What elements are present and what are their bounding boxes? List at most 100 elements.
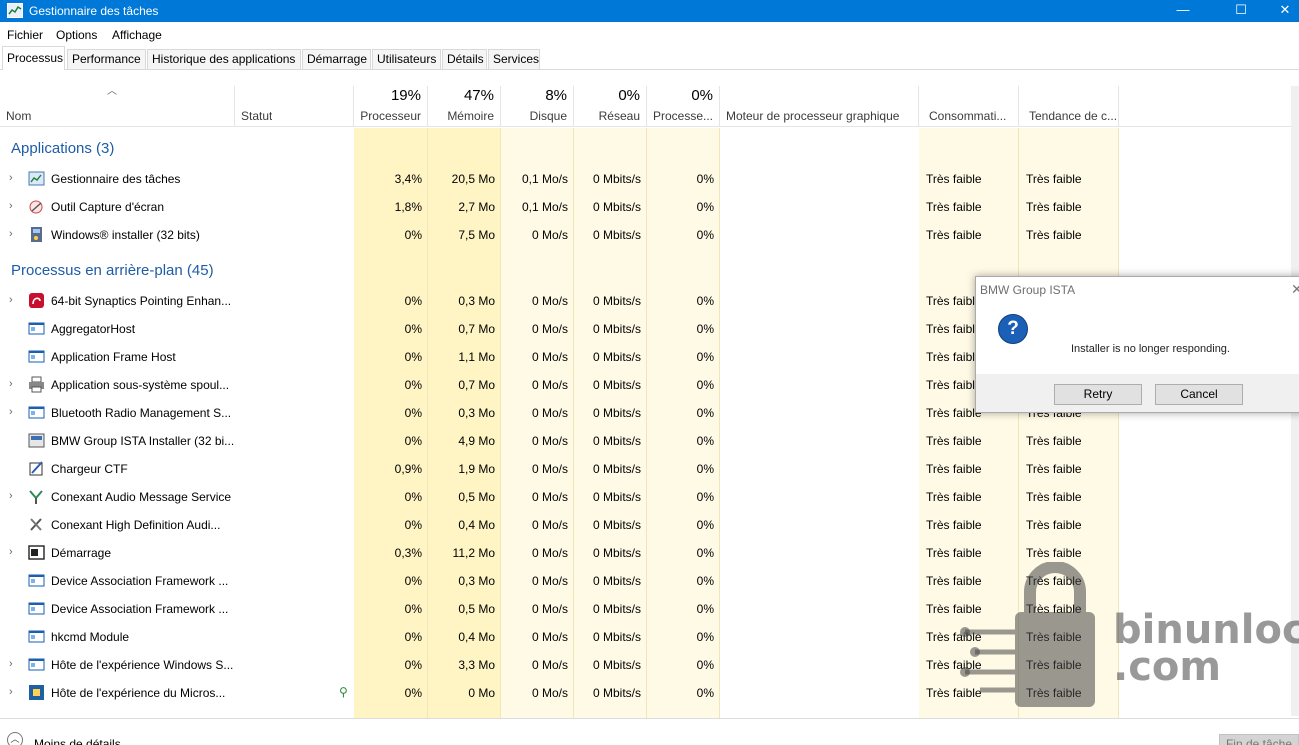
process-disk: 0 Mo/s <box>531 406 568 420</box>
tab-processus[interactable]: Processus <box>2 46 65 70</box>
chevron-right-icon[interactable]: › <box>9 686 13 698</box>
process-gpu: 0% <box>696 546 714 560</box>
footer: ︿ Moins de détails Fin de tâche <box>0 718 1299 745</box>
header-network[interactable]: 0% Réseau <box>574 86 647 127</box>
chevron-right-icon[interactable]: › <box>9 490 13 502</box>
chevron-right-icon[interactable]: › <box>9 172 13 184</box>
process-disk: 0 Mo/s <box>531 630 568 644</box>
retry-button[interactable]: Retry <box>1054 384 1142 405</box>
process-gpu: 0% <box>696 378 714 392</box>
process-mem: 0,4 Mo <box>458 630 495 644</box>
header-cpu-pct: 19% <box>390 87 421 104</box>
process-net: 0 Mbits/s <box>592 546 641 560</box>
process-gpu: 0% <box>696 200 714 214</box>
chevron-right-icon[interactable]: › <box>9 406 13 418</box>
fewer-details-link[interactable]: Moins de détails <box>34 737 121 745</box>
snipping-tool-icon <box>29 200 43 214</box>
tab-utilisateurs[interactable]: Utilisateurs <box>372 49 441 69</box>
column-header: ︿ Nom Statut 19% Processeur 47% Mémoire … <box>0 86 1299 127</box>
header-gpu[interactable]: 0% Processe... <box>647 86 720 127</box>
header-cpu[interactable]: 19% Processeur <box>354 86 428 127</box>
process-power: Très faible <box>926 200 982 214</box>
process-disk: 0 Mo/s <box>531 686 568 700</box>
tab-historique[interactable]: Historique des applications <box>147 49 301 69</box>
process-name: 64-bit Synaptics Pointing Enhan... <box>51 294 232 308</box>
process-cpu: 0% <box>404 686 422 700</box>
header-disk[interactable]: 8% Disque <box>501 86 574 127</box>
header-gpu-engine[interactable]: Moteur de processeur graphique <box>720 86 919 127</box>
group-applications[interactable]: Applications (3) <box>11 140 114 157</box>
process-mem: 0,3 Mo <box>458 406 495 420</box>
maximize-button[interactable]: ☐ <box>1218 0 1264 22</box>
tab-services[interactable]: Services <box>488 49 540 69</box>
process-net: 0 Mbits/s <box>592 200 641 214</box>
chevron-right-icon[interactable]: › <box>9 658 13 670</box>
header-power[interactable]: Consommati... <box>919 86 1019 127</box>
store-icon <box>29 685 44 700</box>
header-gpu-label: Processe... <box>652 109 713 123</box>
process-net: 0 Mbits/s <box>592 434 641 448</box>
chevron-right-icon[interactable]: › <box>9 546 13 558</box>
process-disk: 0 Mo/s <box>531 294 568 308</box>
process-power: Très faible <box>926 434 982 448</box>
process-net: 0 Mbits/s <box>592 350 641 364</box>
close-button[interactable]: ✕ <box>1262 0 1299 22</box>
process-cpu: 0% <box>404 322 422 336</box>
header-name-label: Nom <box>6 109 32 123</box>
chevron-right-icon[interactable]: › <box>9 294 13 306</box>
cancel-button[interactable]: Cancel <box>1155 384 1243 405</box>
menu-affichage[interactable]: Affichage <box>112 28 162 42</box>
table-row[interactable]: Conexant High Definition Audi... 0% 0,4 Mo… <box>0 511 1299 539</box>
header-power-trend[interactable]: Tendance de c... <box>1019 86 1119 127</box>
process-mem: 0,4 Mo <box>458 518 495 532</box>
header-gpu-engine-label: Moteur de processeur graphique <box>726 109 900 123</box>
process-disk: 0 Mo/s <box>531 228 568 242</box>
process-name: Outil Capture d'écran <box>51 200 165 214</box>
process-name: hkcmd Module <box>51 630 130 644</box>
title-bar: Gestionnaire des tâches — ☐ ✕ <box>0 0 1299 22</box>
table-row[interactable]: › Outil Capture d'écran 1,8% 2,7 Mo 0,1 Mo/s… <box>0 193 1299 221</box>
tab-performance[interactable]: Performance <box>67 49 146 69</box>
process-net: 0 Mbits/s <box>592 462 641 476</box>
lock-logo-icon <box>960 562 1095 707</box>
process-mem: 0,3 Mo <box>458 294 495 308</box>
header-status-label: Statut <box>241 109 273 123</box>
process-name: Windows® installer (32 bits) <box>51 228 200 242</box>
chevron-right-icon[interactable]: › <box>9 228 13 240</box>
table-row[interactable]: › Conexant Audio Message Service 0% 0,5 Mo 0… <box>0 483 1299 511</box>
table-row[interactable]: Chargeur CTF 0,9% 1,9 Mo 0 Mo/s 0 Mbits/s 0% T… <box>0 455 1299 483</box>
table-row[interactable]: › Gestionnaire des tâches 3,4% 20,5 Mo 0,1 M… <box>0 165 1299 193</box>
process-gpu: 0% <box>696 350 714 364</box>
menu-options[interactable]: Options <box>56 28 97 42</box>
table-row[interactable]: › Windows® installer (32 bits) 0% 7,5 Mo 0 M… <box>0 221 1299 249</box>
process-power-trend: Très faible <box>1026 434 1082 448</box>
table-row[interactable]: BMW Group ISTA Installer (32 bi... 0% 4,9 … <box>0 427 1299 455</box>
process-net: 0 Mbits/s <box>592 658 641 672</box>
header-memory[interactable]: 47% Mémoire <box>428 86 501 127</box>
process-mem: 4,9 Mo <box>458 434 495 448</box>
end-task-button[interactable]: Fin de tâche <box>1219 734 1299 745</box>
process-cpu: 0% <box>404 574 422 588</box>
minimize-button[interactable]: — <box>1160 0 1206 22</box>
tab-demarrage[interactable]: Démarrage <box>302 49 371 69</box>
header-name[interactable]: ︿ Nom <box>0 86 235 127</box>
startup-icon <box>28 545 45 560</box>
tab-details[interactable]: Détails <box>442 49 487 69</box>
process-cpu: 1,8% <box>394 200 422 214</box>
chevron-up-icon[interactable]: ︿ <box>7 732 23 745</box>
header-cpu-label: Processeur <box>360 109 421 123</box>
menu-fichier[interactable]: Fichier <box>7 28 43 42</box>
process-disk: 0 Mo/s <box>531 490 568 504</box>
header-network-pct: 0% <box>618 87 640 104</box>
process-power: Très faible <box>926 350 982 364</box>
process-name: Application Frame Host <box>51 350 176 364</box>
chevron-right-icon[interactable]: › <box>9 378 13 390</box>
process-name: Device Association Framework ... <box>51 574 229 588</box>
dialog-close-icon[interactable]: ✕ <box>1291 281 1299 298</box>
process-mem: 11,2 Mo <box>452 546 495 560</box>
app-window-icon <box>28 406 45 419</box>
header-status[interactable]: Statut <box>235 86 354 127</box>
group-background[interactable]: Processus en arrière-plan (45) <box>11 262 214 279</box>
process-disk: 0 Mo/s <box>531 322 568 336</box>
chevron-right-icon[interactable]: › <box>9 200 13 212</box>
